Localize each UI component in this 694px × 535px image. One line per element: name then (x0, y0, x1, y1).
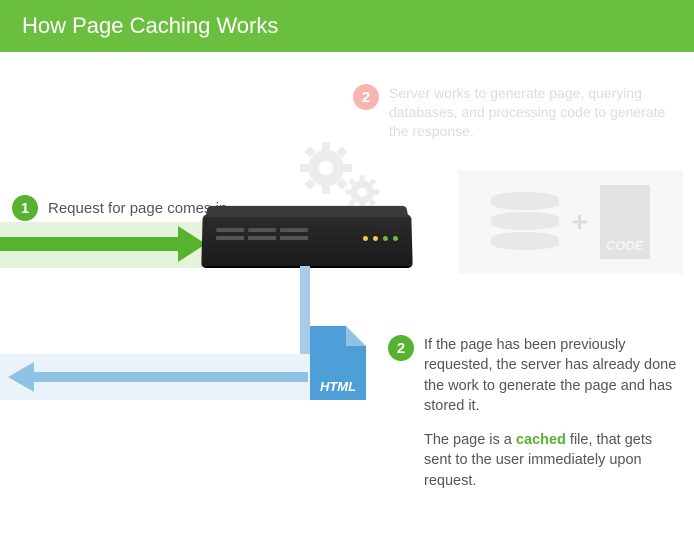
database-icon (491, 192, 559, 252)
step-2-p2: The page is a cached file, that gets sen… (424, 430, 678, 491)
step-2-faded-text: Server works to generate page, querying … (389, 84, 673, 141)
step-1: 1 Request for page comes in. (12, 195, 231, 221)
badge-1: 1 (12, 195, 38, 221)
step-2-text: If the page has been previously requeste… (424, 335, 678, 505)
green-arrow (0, 237, 180, 251)
plus-icon: + (571, 206, 587, 238)
gears-icon (298, 140, 380, 215)
step-2-p1: If the page has been previously requeste… (424, 335, 678, 416)
server-icon (201, 214, 412, 266)
code-label: CODE (606, 238, 644, 253)
blue-arrow (32, 372, 308, 382)
badge-2: 2 (388, 335, 414, 361)
blue-arrow-head (8, 362, 34, 392)
page-title: How Page Caching Works (22, 13, 278, 39)
badge-2-faded: 2 (353, 84, 379, 110)
file-label: HTML (320, 379, 356, 394)
blue-connector (300, 266, 310, 362)
step-2: 2 If the page has been previously reques… (388, 335, 678, 505)
step-2-faded: 2 Server works to generate page, queryin… (353, 84, 673, 141)
html-file-icon: HTML (310, 326, 366, 400)
cached-word: cached (516, 432, 566, 448)
header: How Page Caching Works (0, 0, 694, 52)
step-1-text: Request for page comes in. (48, 200, 231, 217)
db-code-group: + CODE (458, 170, 683, 274)
code-box: CODE (600, 185, 650, 259)
